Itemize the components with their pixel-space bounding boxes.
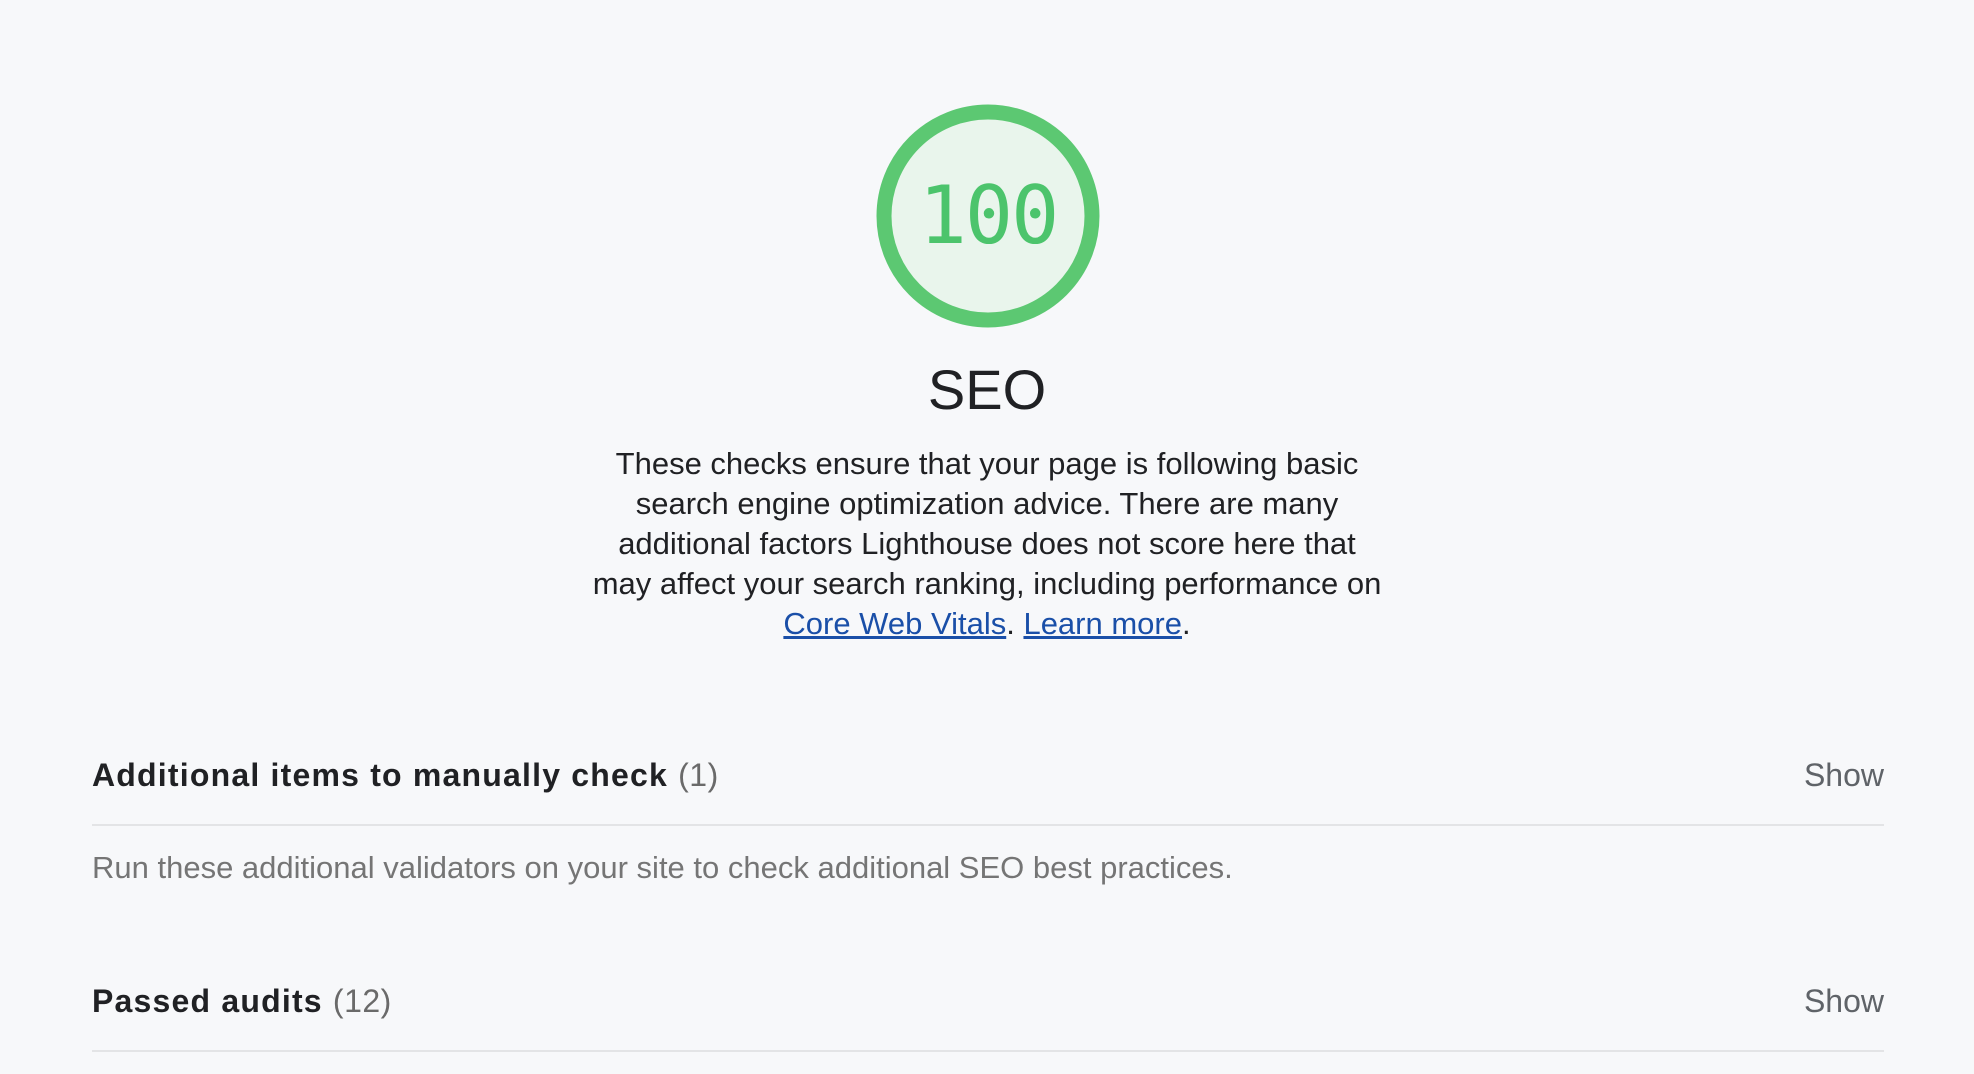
group-count: (12) — [332, 983, 392, 1019]
category-title: SEO — [927, 358, 1047, 421]
core-web-vitals-link[interactable]: Core Web Vitals — [783, 606, 1006, 641]
category-description-text: These checks ensure that your page is fo… — [592, 446, 1382, 601]
group-header-manual[interactable]: Additional items to manually check (1) S… — [92, 744, 1884, 826]
show-button-manual[interactable]: Show — [1804, 744, 1884, 806]
description-end: . — [1181, 606, 1191, 641]
show-button-passed[interactable]: Show — [1804, 970, 1884, 1032]
category-description: These checks ensure that your page is fo… — [587, 444, 1387, 644]
group-description-manual: Run these additional validators on your … — [92, 850, 1233, 885]
group-title-text: Additional items to manually check — [92, 757, 669, 793]
group-header-passed[interactable]: Passed audits (12) Show — [92, 970, 1884, 1052]
group-manual-checks: Additional items to manually check (1) S… — [92, 744, 1884, 888]
score-gauge: 100 — [876, 104, 1100, 328]
group-passed-audits: Passed audits (12) Show — [92, 970, 1884, 1052]
group-title-text: Passed audits — [92, 983, 323, 1019]
group-count: (1) — [678, 757, 719, 793]
learn-more-link[interactable]: Learn more — [1023, 606, 1182, 641]
seo-category-page: 100 SEO These checks ensure that your pa… — [0, 0, 1974, 1074]
group-title-manual: Additional items to manually check (1) — [92, 744, 719, 806]
gauge-score-value: 100 — [918, 169, 1060, 262]
group-title-passed: Passed audits (12) — [92, 970, 392, 1032]
description-separator: . — [1006, 606, 1024, 641]
